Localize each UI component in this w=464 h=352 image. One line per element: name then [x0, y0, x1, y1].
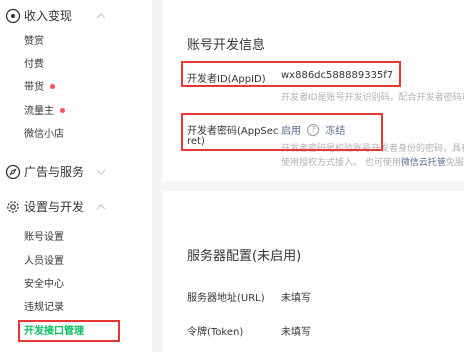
notification-dot: [50, 83, 55, 89]
server-config-card: 服务器配置(未启用) 服务器地址(URL) 未填写 令牌(Token) 未填写: [163, 191, 464, 352]
appid-label: 开发者ID(AppID): [187, 74, 266, 85]
sidebar-item-reward[interactable]: 赞赏: [24, 34, 44, 50]
sidebar-item-account-settings[interactable]: 账号设置: [24, 230, 64, 246]
secret-hint-suffix: 免服务器: [445, 158, 464, 168]
server-config-title: 服务器配置(未启用): [187, 249, 302, 264]
appid-value[interactable]: wx886dc588889335f7: [281, 70, 393, 81]
secret-label-line1: 开发者密码(AppSec: [187, 126, 279, 137]
dev-info-card: 账号开发信息 开发者ID(AppID) wx886dc588889335f7 开…: [163, 0, 464, 181]
secret-label-line2: ret): [187, 136, 205, 147]
server-url-label: 服务器地址(URL): [187, 293, 265, 304]
sidebar-group-label: 广告与服务: [24, 165, 85, 179]
sidebar-group-label: 收入变现: [24, 9, 73, 23]
sidebar-group-settings[interactable]: 设置与开发: [0, 195, 152, 219]
server-url-value: 未填写: [281, 293, 311, 304]
sidebar-item-label: 带货: [24, 82, 44, 93]
sidebar-group-monetize[interactable]: 收入变现: [0, 4, 152, 28]
secret-enable-link[interactable]: 启用: [281, 126, 301, 137]
dev-info-title: 账号开发信息: [187, 38, 266, 53]
sidebar-item-wechat-store[interactable]: 微信小店: [24, 127, 64, 143]
sidebar-item-traffic-owner[interactable]: 流量主: [24, 104, 65, 120]
sidebar-group-label: 设置与开发: [24, 200, 85, 214]
sidebar-item-label: 流量主: [24, 106, 54, 117]
sidebar-item-dev-interface[interactable]: 开发接口管理: [24, 324, 84, 340]
cloud-hosting-link[interactable]: 微信云托管: [401, 158, 446, 168]
notification-dot: [60, 107, 65, 113]
secret-hint-line1: 开发者密码是校验账号开发者身份的密码，具有极: [281, 144, 464, 154]
secret-status-row: 启用 ? 冻结: [281, 122, 345, 137]
token-value: 未填写: [281, 327, 311, 338]
sidebar-item-security-center[interactable]: 安全中心: [24, 277, 64, 293]
chevron-up-icon: [96, 13, 106, 19]
sidebar-group-ads[interactable]: 广告与服务: [0, 160, 152, 184]
secret-freeze-link[interactable]: 冻结: [325, 126, 345, 137]
appid-hint: 开发者ID是账号开发识别码，配合开发者密码可调: [281, 93, 464, 103]
token-label: 令牌(Token): [187, 327, 244, 338]
sidebar-item-violation-records[interactable]: 违规记录: [24, 300, 64, 316]
secret-hint-prefix: 使用授权方式接入。 也可使用: [281, 158, 401, 168]
compass-icon: [5, 164, 21, 180]
chevron-up-icon: [96, 204, 106, 210]
sidebar-item-shopping[interactable]: 带货: [24, 80, 55, 96]
sidebar-item-paid[interactable]: 付费: [24, 57, 44, 73]
coin-icon: [5, 8, 21, 24]
chevron-down-icon: [96, 169, 106, 175]
gear-icon: [7, 201, 19, 213]
help-icon[interactable]: ?: [307, 124, 320, 136]
sidebar: 收入变现 赞赏 付费 带货 流量主 微信小店 广告与服务 设置与开发 账号设置: [0, 0, 152, 352]
sidebar-item-member-settings[interactable]: 人员设置: [24, 254, 64, 270]
secret-hint-line2: 使用授权方式接入。 也可使用微信云托管免服务器: [281, 155, 464, 168]
